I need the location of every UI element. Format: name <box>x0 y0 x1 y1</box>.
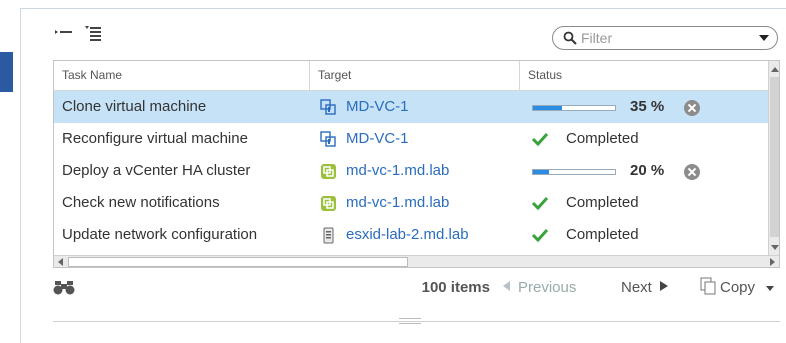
vcenter-icon <box>320 131 336 147</box>
task-name: Check new notifications <box>62 194 220 211</box>
panel-border-top <box>20 8 786 9</box>
column-header-task-name[interactable]: Task Name <box>54 61 310 90</box>
copy-label: Copy <box>720 279 756 296</box>
vcenter-icon <box>320 99 336 115</box>
target-cell: md-vc-1.md.lab <box>310 155 520 187</box>
vm-icon <box>321 196 336 211</box>
check-icon <box>532 228 548 242</box>
status-cell: 20 % <box>520 155 768 187</box>
grid-footer: 100 items Previous Next Copy <box>53 268 780 312</box>
status-cell: 35 % <box>520 91 768 123</box>
progress-bar <box>532 169 616 175</box>
check-icon <box>532 132 548 146</box>
next-button[interactable]: Next <box>621 279 668 296</box>
task-name: Reconfigure virtual machine <box>62 130 248 147</box>
progress-fill <box>533 170 550 174</box>
resize-grip-icon[interactable] <box>399 318 421 324</box>
next-label: Next <box>621 279 652 296</box>
previous-label: Previous <box>518 279 577 296</box>
previous-button[interactable]: Previous <box>503 279 576 296</box>
status-text: Completed <box>566 226 639 243</box>
scroll-up-icon[interactable] <box>770 63 779 75</box>
target-link[interactable]: MD-VC-1 <box>346 91 409 123</box>
target-cell: esxid-lab-2.md.lab <box>310 219 520 251</box>
filter-dropdown-icon[interactable] <box>759 35 769 41</box>
target-link[interactable]: esxid-lab-2.md.lab <box>346 219 469 251</box>
table-row[interactable]: Reconfigure virtual machine MD-VC-1 Comp… <box>54 123 768 155</box>
sidebar-accent <box>0 52 13 92</box>
scroll-thumb[interactable] <box>770 77 779 237</box>
check-icon <box>532 196 548 210</box>
filter-input[interactable] <box>581 30 731 46</box>
cancel-task-icon[interactable] <box>684 164 700 180</box>
search-icon <box>563 31 577 45</box>
vertical-scrollbar[interactable] <box>768 61 779 255</box>
progress-bar <box>532 105 616 111</box>
target-link[interactable]: MD-VC-1 <box>346 123 409 155</box>
filter-box[interactable] <box>552 26 778 50</box>
task-name: Deploy a vCenter HA cluster <box>62 162 251 179</box>
items-count: 100 items <box>421 279 490 296</box>
target-link[interactable]: md-vc-1.md.lab <box>346 155 449 187</box>
task-name: Update network configuration <box>62 226 258 243</box>
column-header-status[interactable]: Status <box>520 61 768 90</box>
panel-border-left <box>20 8 21 343</box>
scroll-thumb-horizontal[interactable] <box>68 257 408 267</box>
host-icon <box>323 227 334 244</box>
list-settings-icon[interactable] <box>84 24 104 42</box>
table-row[interactable]: Deploy a vCenter HA cluster md-vc-1.md.l… <box>54 155 768 187</box>
progress-percent: 35 % <box>630 98 665 115</box>
task-name: Clone virtual machine <box>62 98 207 115</box>
collapse-all-icon[interactable] <box>54 24 74 42</box>
vm-icon <box>321 164 336 179</box>
progress-fill <box>533 106 562 110</box>
next-arrow-icon <box>659 281 668 291</box>
previous-arrow-icon <box>503 281 510 291</box>
status-cell: Completed <box>520 187 768 219</box>
status-cell: Completed <box>520 123 768 155</box>
status-cell: Completed <box>520 219 768 251</box>
table-row[interactable]: Update network configuration esxid-lab-2… <box>54 219 768 251</box>
progress-percent: 20 % <box>630 162 665 179</box>
target-cell: MD-VC-1 <box>310 123 520 155</box>
status-text: Completed <box>566 130 639 147</box>
grid-header: Task Name Target Status <box>54 61 768 91</box>
cancel-task-icon[interactable] <box>684 100 700 116</box>
status-text: Completed <box>566 194 639 211</box>
target-cell: MD-VC-1 <box>310 91 520 123</box>
target-cell: md-vc-1.md.lab <box>310 187 520 219</box>
copy-icon <box>700 277 716 295</box>
column-header-target[interactable]: Target <box>310 61 520 90</box>
copy-dropdown-icon <box>766 286 774 291</box>
horizontal-scrollbar[interactable] <box>54 255 779 267</box>
scroll-down-icon[interactable] <box>770 241 779 253</box>
target-link[interactable]: md-vc-1.md.lab <box>346 187 449 219</box>
tasks-grid: Task Name Target Status Clone virtual ma… <box>53 60 780 268</box>
table-row[interactable]: Check new notifications md-vc-1.md.lab C… <box>54 187 768 219</box>
table-row[interactable]: Clone virtual machine MD-VC-1 35 % <box>54 91 768 123</box>
